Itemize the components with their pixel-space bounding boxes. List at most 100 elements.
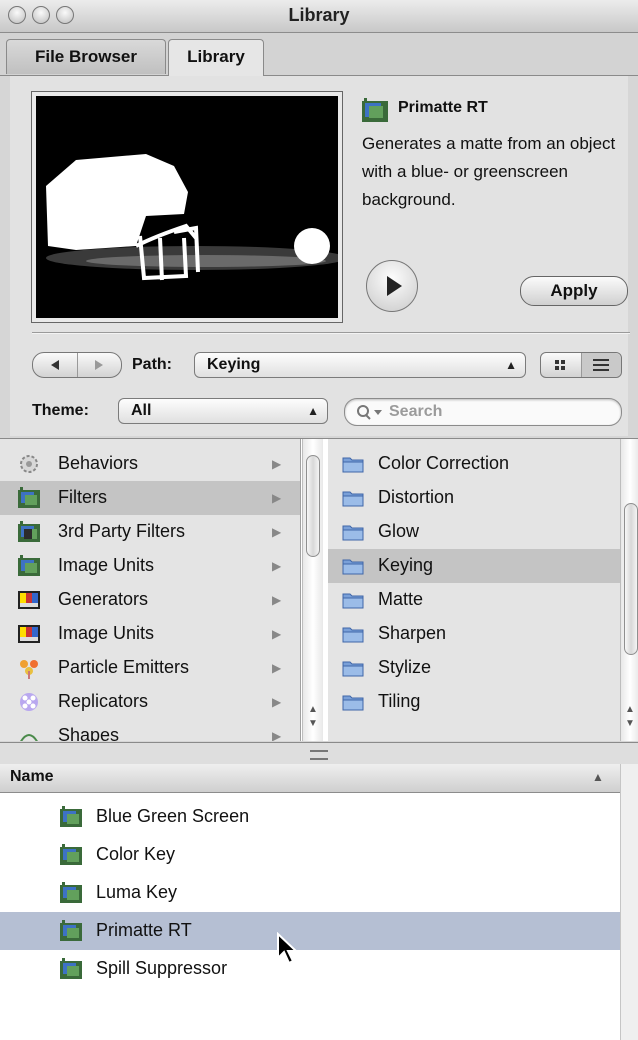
category-item[interactable]: 3rd Party Filters ▶ [0, 515, 300, 549]
subcategory-scrollbar[interactable]: ▲ ▼ [620, 439, 638, 741]
replicator-icon [18, 691, 40, 713]
list-item[interactable]: Primatte RT [0, 912, 620, 950]
subcategory-label: Distortion [378, 487, 455, 507]
subcategory-item[interactable]: Distortion [328, 481, 622, 515]
tab-bar: File Browser Library [0, 33, 638, 76]
back-button[interactable] [33, 353, 77, 377]
subcategory-item[interactable]: Sharpen [328, 617, 622, 651]
tab-library[interactable]: Library [168, 39, 264, 76]
category-item[interactable]: Image Units ▶ [0, 549, 300, 583]
category-label: Replicators [58, 691, 149, 711]
view-mode-buttons [540, 352, 622, 378]
mouse-pointer-icon [277, 932, 299, 965]
disclosure-arrow-icon: ▶ [272, 627, 282, 641]
apply-button[interactable]: Apply [520, 276, 628, 306]
theme-value: All [131, 402, 152, 419]
list-item-label: Color Key [96, 844, 176, 864]
category-item[interactable]: Particle Emitters ▶ [0, 651, 300, 685]
subcategory-item[interactable]: Color Correction [328, 447, 622, 481]
category-label: Shapes [58, 725, 120, 741]
disclosure-arrow-icon: ▶ [272, 559, 282, 573]
filter-icon [60, 844, 84, 866]
theme-popup[interactable]: All ▲ [118, 398, 328, 424]
subcategory-item[interactable]: Glow [328, 515, 622, 549]
list-item[interactable]: Spill Suppressor [0, 950, 620, 988]
icon-view-button[interactable] [541, 353, 581, 377]
scroll-thumb[interactable] [306, 455, 320, 557]
tab-file-browser[interactable]: File Browser [6, 39, 166, 74]
list-header[interactable]: Name ▲ [0, 764, 620, 793]
item-title: Primatte RT [398, 99, 488, 116]
list-item[interactable]: Luma Key [0, 874, 620, 912]
scroll-arrows-icon[interactable]: ▲ ▼ [303, 703, 323, 731]
path-value: Keying [207, 356, 261, 373]
folder-icon [342, 589, 364, 611]
subcategory-item[interactable]: Keying [328, 549, 622, 583]
category-label: Particle Emitters [58, 657, 190, 677]
category-label: Image Units [58, 623, 155, 643]
list-item-label: Primatte RT [96, 920, 192, 940]
subcategory-label: Color Correction [378, 453, 510, 473]
category-item[interactable]: Generators ▶ [0, 583, 300, 617]
category-label: Generators [58, 589, 149, 609]
search-field[interactable]: Search [344, 398, 622, 426]
sort-ascending-icon: ▲ [592, 770, 604, 784]
list-view-button[interactable] [582, 353, 621, 377]
play-button[interactable] [366, 260, 418, 312]
search-icon [357, 405, 382, 420]
scroll-thumb[interactable] [624, 503, 638, 655]
category-label: Filters [58, 487, 107, 507]
library-window: Library File Browser Library Primatte RT… [0, 0, 638, 1040]
folder-icon [342, 487, 364, 509]
matte-preview-graphic [36, 96, 346, 318]
filter-plugin-icon [18, 521, 40, 543]
category-column: Behaviors ▶ Filters ▶ 3rd Party Filters ▶ Imag… [0, 439, 301, 741]
folder-icon [342, 521, 364, 543]
subcategory-label: Tiling [378, 691, 421, 711]
category-item[interactable]: Behaviors ▶ [0, 447, 300, 481]
path-popup[interactable]: Keying ▲ [194, 352, 526, 378]
category-scrollbar[interactable]: ▲ ▼ [302, 439, 323, 741]
filter-icon [60, 958, 84, 980]
subcategory-label: Border [378, 439, 432, 440]
category-item[interactable]: Image Units ▶ [0, 617, 300, 651]
updown-arrows-icon: ▲ [505, 358, 517, 372]
category-item[interactable]: Replicators ▶ [0, 685, 300, 719]
list-scroll-gutter [620, 764, 638, 1040]
disclosure-arrow-icon: ▶ [272, 661, 282, 675]
subcategory-label: Matte [378, 589, 424, 609]
subcategory-item[interactable]: Stylize [328, 651, 622, 685]
folder-icon [342, 691, 364, 713]
generator-icon [18, 589, 40, 611]
shape-icon [18, 725, 40, 741]
disclosure-arrow-icon: ▶ [272, 729, 282, 741]
subcategory-column: Border Color Correction Distortion Glow Keyi… [328, 439, 622, 741]
subcategory-item[interactable]: Matte [328, 583, 622, 617]
forward-button[interactable] [78, 353, 121, 377]
name-column-header[interactable]: Name [10, 768, 54, 786]
category-item[interactable]: Shapes ▶ [0, 719, 300, 741]
list-item-label: Luma Key [96, 882, 178, 902]
preview-area: Primatte RT Generates a matte from an ob… [10, 76, 630, 436]
disclosure-arrow-icon: ▶ [272, 695, 282, 709]
grid-view-icon [555, 360, 565, 370]
list-item-label: Blue Green Screen [96, 806, 250, 826]
folder-icon [342, 657, 364, 679]
folder-icon [342, 555, 364, 577]
updown-arrows-icon: ▲ [307, 404, 319, 418]
pane-splitter[interactable] [0, 742, 638, 766]
subcategory-item[interactable]: Tiling [328, 685, 622, 719]
title-bar: Library [0, 0, 638, 33]
list-item[interactable]: Blue Green Screen [0, 798, 620, 836]
category-label: 3rd Party Filters [58, 521, 186, 541]
splitter-grip-icon[interactable] [310, 750, 328, 760]
back-forward-buttons [32, 352, 122, 378]
category-item[interactable]: Filters ▶ [0, 481, 300, 515]
item-title-row: Primatte RT [362, 98, 488, 127]
subcategory-item[interactable]: Border [328, 439, 622, 447]
filter-icon [60, 920, 84, 942]
filter-icon [18, 555, 40, 577]
scroll-arrows-icon[interactable]: ▲ ▼ [621, 703, 638, 731]
disclosure-arrow-icon: ▶ [272, 525, 282, 539]
list-item[interactable]: Color Key [0, 836, 620, 874]
